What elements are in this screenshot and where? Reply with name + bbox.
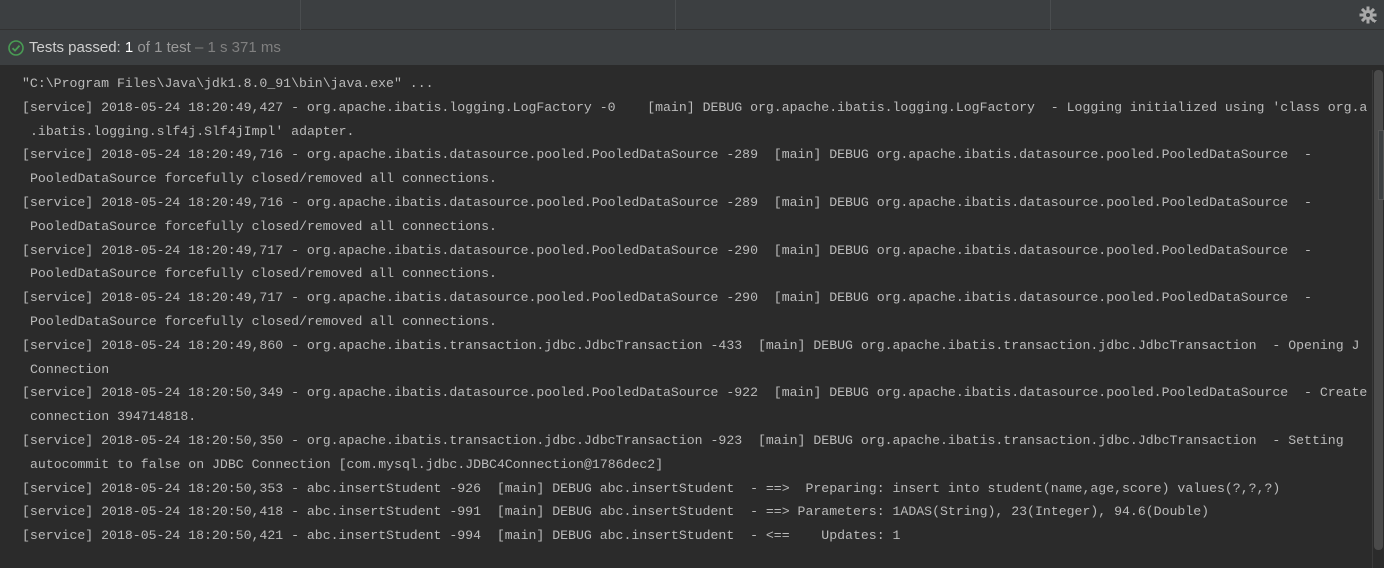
- log-line: [service] 2018-05-24 18:20:49,716 - org.…: [22, 194, 1312, 210]
- log-line: [service] 2018-05-24 18:20:49,716 - org.…: [22, 147, 1312, 163]
- log-line-continuation: connection 394714818.: [30, 409, 197, 425]
- status-of-text: of 1 test: [137, 39, 191, 56]
- log-line-continuation: autocommit to false on JDBC Connection […: [30, 456, 664, 472]
- log-line: [service] 2018-05-24 18:20:50,418 - abc.…: [22, 504, 1210, 520]
- log-line: [service] 2018-05-24 18:20:49,717 - org.…: [22, 290, 1312, 306]
- log-line: [service] 2018-05-24 18:20:50,350 - org.…: [22, 432, 1344, 448]
- side-panel-tab[interactable]: [1378, 130, 1384, 200]
- tab-segment[interactable]: [1050, 0, 1384, 30]
- status-count: 1: [124, 39, 134, 56]
- log-line: [service] 2018-05-24 18:20:50,421 - abc.…: [22, 528, 901, 544]
- check-circle-icon: [8, 39, 24, 56]
- log-line: [service] 2018-05-24 18:20:49,717 - org.…: [22, 242, 1312, 258]
- test-status-bar: Tests passed: 1 of 1 test – 1 s 371 ms: [0, 30, 1384, 66]
- test-status-text: Tests passed: 1 of 1 test – 1 s 371 ms: [29, 39, 281, 56]
- console-output[interactable]: "C:\Program Files\Java\jdk1.8.0_91\bin\j…: [0, 66, 1372, 568]
- log-line: [service] 2018-05-24 18:20:50,353 - abc.…: [22, 480, 1281, 496]
- log-line: [service] 2018-05-24 18:20:50,349 - org.…: [22, 385, 1368, 401]
- log-line: [service] 2018-05-24 18:20:49,427 - org.…: [22, 99, 1368, 115]
- log-line-continuation: PooledDataSource forcefully closed/remov…: [30, 218, 497, 234]
- log-line-continuation: Connection: [30, 361, 110, 377]
- log-line: "C:\Program Files\Java\jdk1.8.0_91\bin\j…: [22, 76, 434, 91]
- log-line-continuation: PooledDataSource forcefully closed/remov…: [30, 313, 497, 329]
- console-lines: "C:\Program Files\Java\jdk1.8.0_91\bin\j…: [22, 72, 1368, 548]
- log-line-continuation: .ibatis.logging.slf4j.Slf4jImpl' adapter…: [30, 123, 355, 139]
- gear-icon[interactable]: [1358, 5, 1378, 25]
- tab-segment[interactable]: [0, 0, 301, 30]
- status-time: – 1 s 371 ms: [194, 39, 281, 56]
- log-line-continuation: PooledDataSource forcefully closed/remov…: [30, 266, 497, 282]
- status-passed-label: Tests passed:: [29, 39, 121, 56]
- tab-segment[interactable]: [675, 0, 1051, 30]
- tab-segment[interactable]: [300, 0, 676, 30]
- run-tabs-bar: [0, 0, 1384, 30]
- log-line-continuation: PooledDataSource forcefully closed/remov…: [30, 171, 497, 187]
- log-line: [service] 2018-05-24 18:20:49,860 - org.…: [22, 337, 1360, 353]
